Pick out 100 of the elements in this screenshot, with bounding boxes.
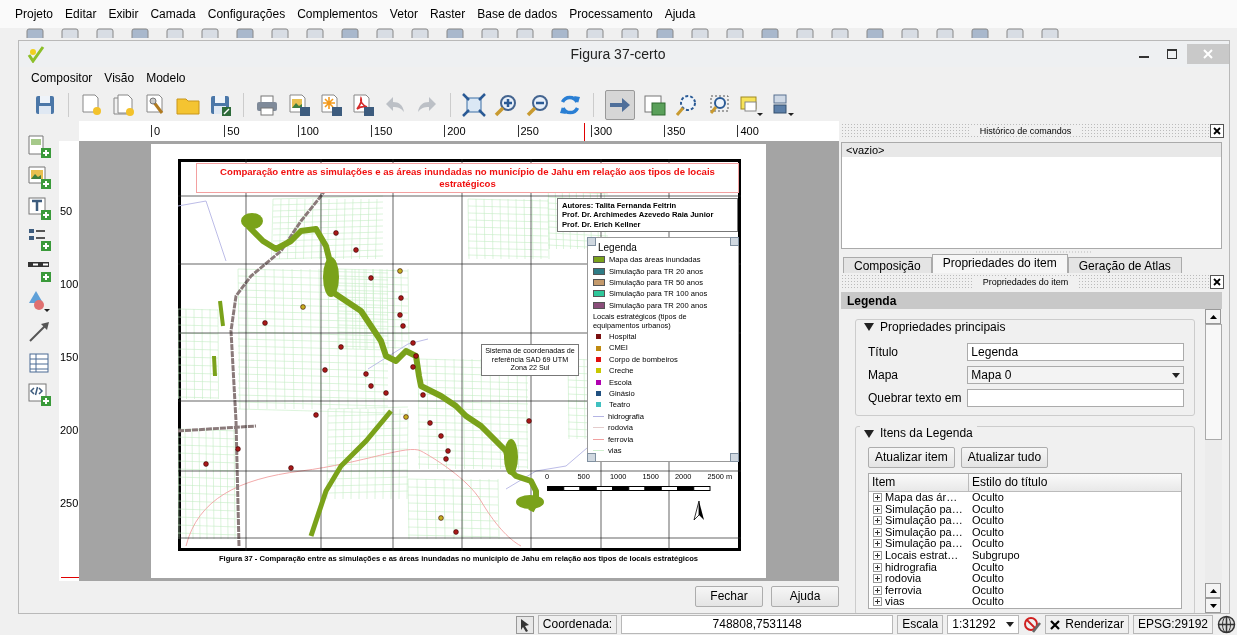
toolbar-icon[interactable] [936, 28, 954, 38]
menu-item[interactable]: Processamento [563, 6, 659, 22]
splitter-handle[interactable] [973, 249, 1094, 256]
expand-icon[interactable] [873, 597, 882, 607]
tree-item[interactable]: Simulação pa… [885, 525, 963, 539]
toolbar-icon[interactable] [341, 28, 359, 38]
toolbar-icon[interactable] [796, 28, 814, 38]
menu-item[interactable]: Ajuda [658, 6, 702, 22]
menu-item[interactable]: Complementos [291, 6, 384, 22]
tree-item[interactable]: vias [885, 595, 905, 609]
table-icon[interactable] [27, 351, 51, 375]
toolbar-icon[interactable] [201, 28, 219, 38]
text-add-icon[interactable] [27, 196, 51, 220]
update-button[interactable]: Atualizar tudo [960, 446, 1049, 468]
zoom-out-icon[interactable] [526, 93, 550, 117]
toolbar-icon[interactable] [586, 28, 604, 38]
menu-item[interactable]: Visão [98, 70, 141, 86]
toolbar-icon[interactable] [971, 28, 989, 38]
coordinate-field[interactable]: 748808,7531148 [621, 615, 894, 634]
refresh-icon[interactable] [558, 93, 582, 117]
resize-handle[interactable] [587, 237, 596, 246]
toolbar-icon[interactable] [551, 28, 569, 38]
input-field[interactable] [967, 389, 1184, 408]
down-arrow-icon[interactable] [1209, 603, 1217, 608]
history-item[interactable]: <vazio> [842, 142, 1221, 157]
up-arrow-icon[interactable] [1209, 314, 1217, 319]
toolbar-icon[interactable] [271, 28, 289, 38]
menu-item[interactable]: Projeto [9, 6, 60, 22]
up-arrow-icon[interactable] [1209, 588, 1217, 593]
close-dialog-button[interactable]: Fechar [695, 585, 763, 607]
column-header[interactable]: Estilo do título [969, 473, 1051, 491]
render-checkbox[interactable]: Renderizar [1045, 615, 1129, 634]
scrollbar-thumb[interactable] [1205, 324, 1222, 441]
globe-icon[interactable] [1217, 615, 1236, 634]
floppy-pen-icon[interactable] [208, 93, 232, 117]
toolbar-icon[interactable] [726, 28, 744, 38]
menu-item[interactable]: Base de dados [471, 6, 564, 22]
menu-item[interactable]: Camada [144, 6, 202, 22]
tree-item[interactable]: Simulação pa… [885, 537, 963, 551]
magnifier-select-icon[interactable] [707, 93, 731, 117]
maximize-icon[interactable] [1167, 49, 1177, 59]
toolbar-icon[interactable] [761, 28, 779, 38]
toolbar-icon[interactable] [446, 28, 464, 38]
pdf-page-icon[interactable] [351, 93, 375, 117]
tree-item[interactable]: rodovia [885, 572, 922, 586]
expand-icon[interactable] [873, 539, 882, 549]
resize-handle[interactable] [730, 237, 739, 246]
expand-icon[interactable] [873, 504, 882, 514]
toolbar-icon[interactable] [866, 28, 884, 38]
expand-arrow-icon[interactable] [864, 429, 874, 438]
expand-icon[interactable] [873, 574, 882, 584]
tab[interactable]: Geração de Atlas [1067, 257, 1182, 274]
crs-button[interactable]: EPSG:29192 [1132, 615, 1213, 634]
tree-item[interactable]: hidrografia [885, 560, 937, 574]
expand-icon[interactable] [873, 585, 882, 595]
toolbar-icon[interactable] [656, 28, 674, 38]
expand-arrow-icon[interactable] [864, 323, 874, 332]
scroll-up-button[interactable] [1205, 583, 1221, 598]
star-page-icon[interactable] [319, 93, 343, 117]
toolbar-icon[interactable] [96, 28, 114, 38]
expand-icon[interactable] [873, 551, 882, 560]
expand-icon[interactable] [873, 562, 882, 572]
scroll-down-button[interactable] [1205, 598, 1221, 613]
legend-panel[interactable] [587, 237, 739, 463]
scroll-up-button[interactable] [1205, 309, 1221, 325]
menu-item[interactable]: Compositor [25, 70, 99, 86]
menu-item[interactable]: Vetor [383, 6, 424, 22]
map-dropdown[interactable]: Mapa 0 [967, 366, 1184, 385]
tree-item[interactable]: Locais estrat… [885, 548, 959, 563]
tab[interactable]: Propriedades do item [931, 254, 1068, 274]
code-add-icon[interactable] [27, 382, 51, 406]
scale-dropdown[interactable]: 1:31292 [947, 615, 1020, 634]
tree-item[interactable]: ferrovia [885, 583, 922, 597]
expand-icon[interactable] [873, 516, 882, 526]
zoom-in-icon[interactable] [494, 93, 518, 117]
tree-item[interactable]: Mapa das ár… [885, 490, 958, 505]
toolbar-icon[interactable] [61, 28, 79, 38]
expand-icon[interactable] [873, 493, 882, 503]
expand-icon[interactable] [873, 527, 882, 537]
toolbar-icon[interactable] [901, 28, 919, 38]
caret-icon[interactable] [1172, 372, 1180, 378]
tab[interactable]: Composição [843, 257, 932, 274]
toolbar-icon[interactable] [26, 28, 44, 38]
toolbar-icon[interactable] [516, 28, 534, 38]
image-page-icon[interactable] [287, 93, 311, 117]
toolbar-icon[interactable] [411, 28, 429, 38]
toolbar-icon[interactable] [1041, 28, 1059, 38]
caret-icon[interactable] [1006, 622, 1015, 627]
input-field[interactable]: Legenda [967, 343, 1184, 362]
update-button[interactable]: Atualizar item [868, 446, 955, 468]
zoom-full-icon[interactable] [462, 93, 486, 117]
layers-icon[interactable] [771, 93, 795, 117]
move-content-icon[interactable] [643, 93, 667, 117]
toolbar-icon[interactable] [306, 28, 324, 38]
toolbar-icon[interactable] [621, 28, 639, 38]
toolbar-icon[interactable] [481, 28, 499, 38]
resize-handle[interactable] [730, 453, 739, 463]
toolbar-icon[interactable] [236, 28, 254, 38]
toolbar-icon[interactable] [831, 28, 849, 38]
tree-item[interactable]: Simulação pa… [885, 514, 963, 528]
